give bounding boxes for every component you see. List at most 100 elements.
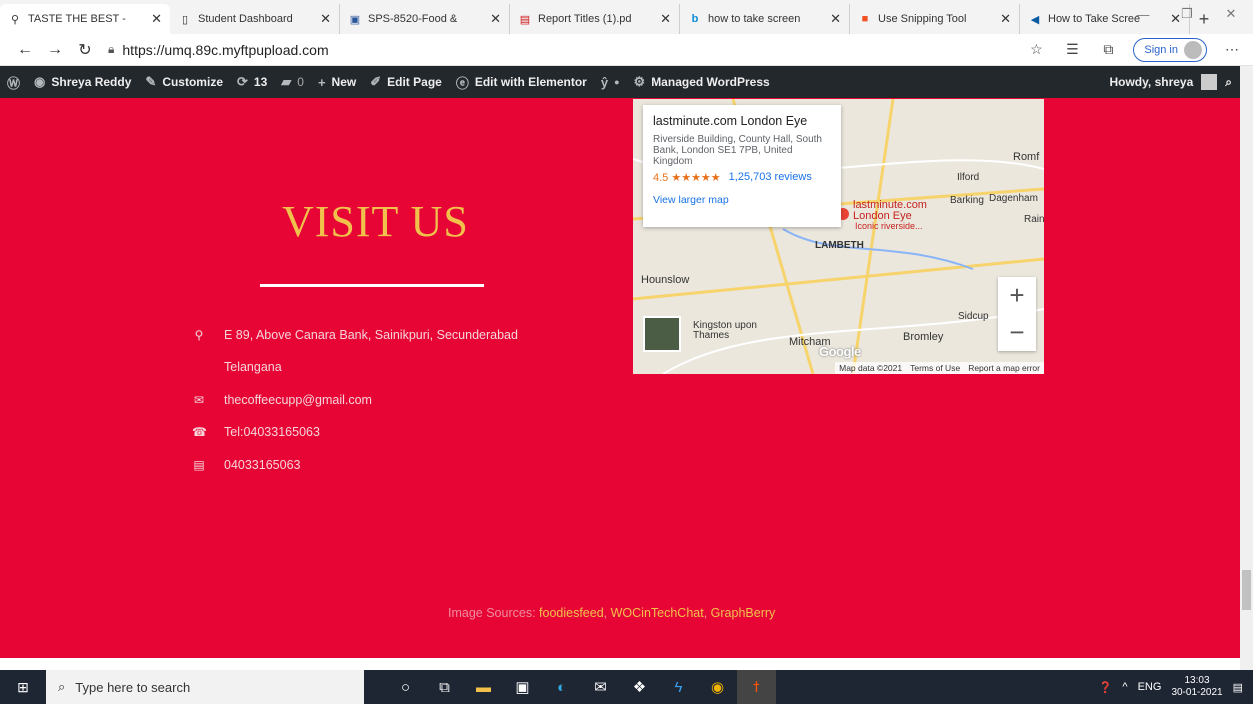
tab-how-to-take-screen[interactable]: b how to take screen ✕ xyxy=(680,4,850,34)
tab-taste-the-best[interactable]: ⚲ TASTE THE BEST - ✕ xyxy=(0,4,170,34)
collections-icon[interactable]: ⧉ xyxy=(1097,41,1119,58)
envelope-icon: ✉ xyxy=(193,393,205,407)
document-icon: ▯ xyxy=(181,13,189,26)
visit-us-section: VISIT US ⚲ E 89, Above Canara Bank, Sain… xyxy=(0,98,1240,658)
vscode-icon[interactable]: ϟ xyxy=(659,670,698,704)
howdy-user-link[interactable]: Howdy, shreya xyxy=(1109,75,1193,89)
address-row: ⚲ E 89, Above Canara Bank, Sainikpuri, S… xyxy=(192,328,518,342)
dropbox-icon[interactable]: ❖ xyxy=(620,670,659,704)
tab-title: TASTE THE BEST - xyxy=(28,13,126,25)
sign-in-button[interactable]: Sign in xyxy=(1133,37,1207,62)
credits-prefix: Image Sources: xyxy=(448,606,536,620)
managed-wordpress-link[interactable]: ⚙ Managed WordPress xyxy=(627,66,777,98)
search-icon[interactable]: ⌕ xyxy=(1225,75,1232,90)
brush-icon: ✎ xyxy=(145,74,157,89)
fax-text: 04033165063 xyxy=(224,458,301,472)
zoom-in-button[interactable]: + xyxy=(998,277,1036,314)
close-window-icon[interactable]: ✕ xyxy=(1209,0,1253,28)
view-larger-map-link[interactable]: View larger map xyxy=(653,194,831,206)
state-text: Telangana xyxy=(224,360,282,374)
edit-page-link[interactable]: ✐ Edit Page xyxy=(363,66,449,98)
satellite-toggle[interactable] xyxy=(643,316,681,352)
refresh-icon[interactable]: ↻ xyxy=(70,37,100,63)
taskbar-search[interactable]: ⌕ Type here to search xyxy=(46,670,364,704)
map-label: Sidcup xyxy=(958,311,989,322)
tab-student-dashboard[interactable]: ▯ Student Dashboard ✕ xyxy=(170,4,340,34)
customize-link[interactable]: ✎ Customize xyxy=(138,66,230,98)
edge-icon: ◀ xyxy=(1030,13,1040,26)
tab-sps-food[interactable]: ▣ SPS-8520-Food & ✕ xyxy=(340,4,510,34)
url-field[interactable]: 🔒︎ https://umq.89c.myftpupload.com xyxy=(108,42,1025,58)
page-scrollbar[interactable] xyxy=(1240,66,1253,670)
yoast-link[interactable]: ŷ ● xyxy=(594,66,627,98)
elementor-label: Edit with Elementor xyxy=(474,75,587,89)
phone-row: ☎ Tel:04033165063 xyxy=(192,425,320,439)
credit-link-graphberry[interactable]: GraphBerry xyxy=(711,606,776,620)
notifications-icon[interactable]: ▤ xyxy=(1233,681,1243,694)
clock[interactable]: 13:03 30-01-2021 xyxy=(1171,675,1222,699)
zoom-out-button[interactable]: − xyxy=(998,314,1036,351)
pdf-icon: ▤ xyxy=(519,13,531,26)
map-label: Hounslow xyxy=(641,274,690,286)
tab-title: Use Snipping Tool xyxy=(878,13,967,25)
new-content-link[interactable]: + New xyxy=(311,66,363,98)
edge-icon[interactable]: ◐ xyxy=(542,670,581,704)
chevron-up-icon[interactable]: ^ xyxy=(1122,681,1127,693)
site-name-link[interactable]: ◉ Shreya Reddy xyxy=(27,66,138,98)
store-icon[interactable]: ▣ xyxy=(503,670,542,704)
plus-icon: + xyxy=(317,74,326,90)
place-address: Riverside Building, County Hall, South B… xyxy=(653,134,822,167)
page-title: VISIT US xyxy=(282,197,469,246)
tab-report-titles[interactable]: ▤ Report Titles (1).pd ✕ xyxy=(510,4,680,34)
task-view-icon[interactable]: ⧉ xyxy=(425,670,464,704)
close-icon[interactable]: ✕ xyxy=(490,11,501,27)
comments-count: 0 xyxy=(297,75,304,89)
mail-icon[interactable]: ✉ xyxy=(581,670,620,704)
minimize-icon[interactable]: — xyxy=(1121,0,1165,28)
terms-link[interactable]: Terms of Use xyxy=(910,363,960,373)
back-arrow-icon[interactable]: ← xyxy=(10,37,40,63)
tab-title: Report Titles (1).pd xyxy=(538,13,632,25)
tab-title: SPS-8520-Food & xyxy=(368,13,458,25)
restore-icon[interactable]: ❐ xyxy=(1165,0,1209,28)
close-icon[interactable]: ✕ xyxy=(151,11,162,27)
updates-link[interactable]: ⟳ 13 xyxy=(230,66,274,98)
clock-time: 13:03 xyxy=(1184,675,1210,686)
avatar xyxy=(1184,40,1202,59)
edit-elementor-link[interactable]: ⓔ Edit with Elementor xyxy=(449,66,594,98)
wordpress-logo-icon[interactable]: Ⓦ xyxy=(0,66,27,98)
app-icon[interactable]: ϯ xyxy=(737,670,776,704)
tab-snipping-tool[interactable]: ■ Use Snipping Tool ✕ xyxy=(850,4,1020,34)
map-label: Dagenham xyxy=(989,193,1038,204)
state-row: Telangana xyxy=(192,360,282,374)
scrollbar-thumb[interactable] xyxy=(1242,570,1251,610)
forward-arrow-icon[interactable]: → xyxy=(40,37,70,63)
favorite-star-icon[interactable]: ☆ xyxy=(1025,41,1047,58)
help-icon[interactable]: ❓ xyxy=(1099,681,1113,694)
close-icon[interactable]: ✕ xyxy=(320,11,331,27)
close-icon[interactable]: ✕ xyxy=(660,11,671,27)
email-link[interactable]: thecoffeecupp@gmail.com xyxy=(224,393,372,407)
file-explorer-icon[interactable]: ▬ xyxy=(464,670,503,704)
url-text: https://umq.89c.myftpupload.com xyxy=(122,41,329,58)
more-menu-icon[interactable]: ⋯ xyxy=(1221,41,1243,58)
address-bar: ← → ↻ 🔒︎ https://umq.89c.myftpupload.com… xyxy=(0,34,1253,66)
language-indicator[interactable]: ENG xyxy=(1138,681,1162,693)
cortana-icon[interactable]: ○ xyxy=(386,670,425,704)
lock-icon: 🔒︎ xyxy=(108,42,115,56)
updates-icon: ⟳ xyxy=(237,74,248,89)
email-row: ✉ thecoffeecupp@gmail.com xyxy=(192,393,372,407)
phone-text: Tel:04033165063 xyxy=(224,425,320,439)
close-icon[interactable]: ✕ xyxy=(1000,11,1011,27)
windows-taskbar: ⊞ ⌕ Type here to search ○ ⧉ ▬ ▣ ◐ ✉ ❖ ϟ … xyxy=(0,670,1253,704)
reviews-link[interactable]: 1,25,703 reviews xyxy=(729,171,812,184)
favorites-list-icon[interactable]: ☰ xyxy=(1061,41,1083,58)
report-error-link[interactable]: Report a map error xyxy=(968,363,1040,373)
chrome-icon[interactable]: ◉ xyxy=(698,670,737,704)
windows-start-icon[interactable]: ⊞ xyxy=(0,670,46,704)
comments-link[interactable]: ▰ 0 xyxy=(274,66,311,98)
credit-link-foodiesfeed[interactable]: foodiesfeed xyxy=(539,606,604,620)
embedded-map[interactable]: lastminute.com London Eye Riverside Buil… xyxy=(633,99,1044,374)
close-icon[interactable]: ✕ xyxy=(830,11,841,27)
credit-link-wocintechchat[interactable]: WOCinTechChat xyxy=(611,606,704,620)
